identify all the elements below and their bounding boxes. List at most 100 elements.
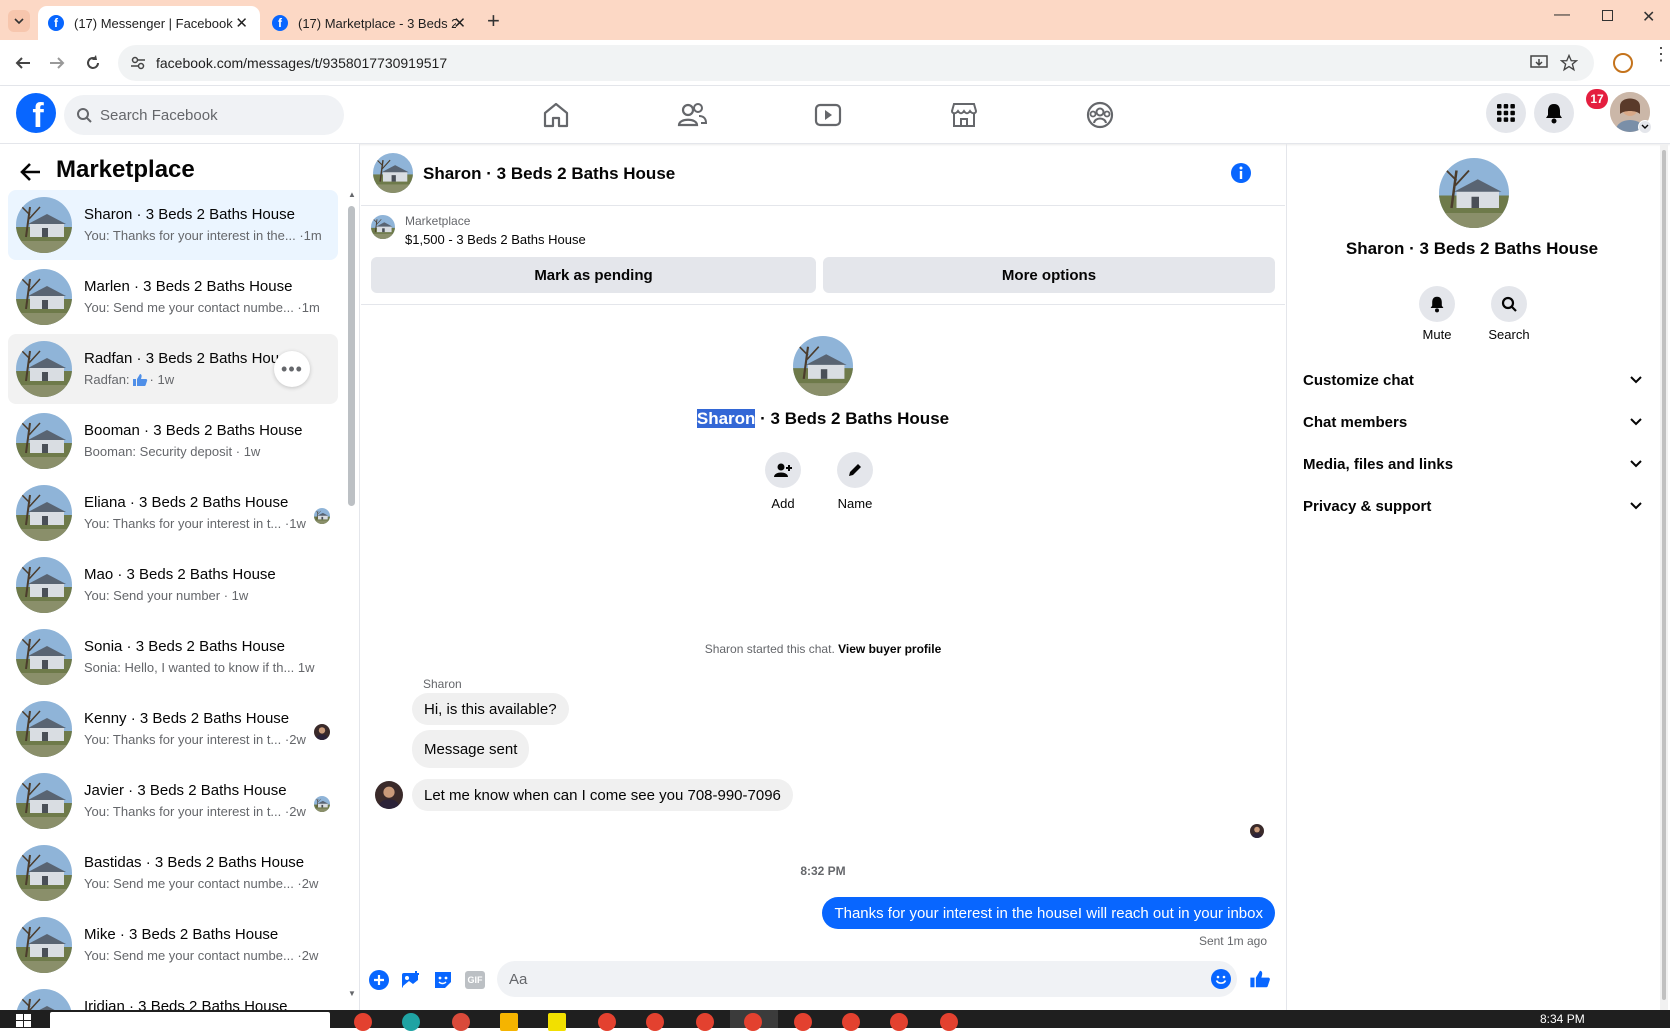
notification-badge: 17 (1586, 89, 1608, 109)
taskbar-app-icon[interactable] (452, 1013, 470, 1031)
listing-label: Marketplace (405, 214, 471, 228)
close-tab-icon[interactable]: ✕ (453, 14, 466, 32)
close-window-button[interactable]: ✕ (1642, 7, 1655, 27)
listing-thumbnail[interactable] (371, 215, 395, 239)
gif-icon[interactable]: GIF (465, 971, 485, 989)
taskbar-app-icon[interactable] (548, 1013, 566, 1031)
watch-icon[interactable] (812, 99, 844, 131)
mute-button[interactable] (1419, 286, 1455, 322)
conversation-item[interactable]: Javier · 3 Beds 2 Baths House You: Thank… (8, 766, 338, 836)
conversation-item[interactable]: Sonia · 3 Beds 2 Baths House Sonia: Hell… (8, 622, 338, 692)
taskbar-clock[interactable]: 8:34 PM (1540, 1012, 1585, 1026)
sticker-icon[interactable] (433, 970, 453, 990)
photo-icon[interactable] (401, 970, 421, 990)
scroll-down-arrow[interactable]: ▼ (348, 989, 356, 998)
sender-avatar[interactable] (375, 781, 403, 809)
like-icon[interactable] (1249, 968, 1271, 990)
chrome-icon[interactable] (696, 1013, 714, 1031)
tab-marketplace[interactable]: f (17) Marketplace - 3 Beds 2 Bat ✕ (264, 6, 478, 40)
conversation-item[interactable]: Marlen · 3 Beds 2 Baths House You: Send … (8, 262, 338, 332)
facebook-logo[interactable]: f (16, 93, 56, 133)
chat-title[interactable]: Sharon · 3 Beds 2 Baths House (423, 164, 675, 184)
conversation-item[interactable]: Radfan · 3 Beds 2 Baths Hous Radfan: · 1… (8, 334, 338, 404)
chrome-icon[interactable] (940, 1013, 958, 1031)
conversation-item[interactable]: Bastidas · 3 Beds 2 Baths House You: Sen… (8, 838, 338, 908)
conversation-item[interactable]: Sharon · 3 Beds 2 Baths House You: Thank… (8, 190, 338, 260)
conversation-item[interactable]: Iridian · 3 Beds 2 Baths House (8, 982, 338, 1010)
groups-icon[interactable] (1084, 99, 1116, 131)
conversation-item[interactable]: Mao · 3 Beds 2 Baths House You: Send you… (8, 550, 338, 620)
mark-as-pending-button[interactable]: Mark as pending (371, 257, 816, 293)
incoming-message[interactable]: Message sent (412, 730, 530, 768)
chat-messages-area: Sharon · 3 Beds 2 Baths House Add Name S… (361, 306, 1285, 956)
intro-title: Sharon · 3 Beds 2 Baths House (696, 409, 950, 428)
site-info-icon[interactable] (130, 55, 146, 71)
chrome-icon[interactable] (794, 1013, 812, 1031)
customize-chat-section[interactable]: Customize chat (1303, 360, 1643, 400)
outgoing-message[interactable]: Thanks for your interest in the houseI w… (822, 897, 1275, 929)
message-input[interactable]: Aa (497, 961, 1237, 997)
chat-avatar[interactable] (373, 153, 413, 193)
browser-menu-icon[interactable]: ⋮ (1652, 45, 1670, 63)
new-tab-button[interactable]: + (487, 8, 500, 34)
page-scrollbar[interactable] (1660, 144, 1668, 1010)
add-member-button[interactable] (765, 452, 801, 488)
windows-start-icon[interactable] (16, 1014, 32, 1028)
search-conversation-button[interactable] (1491, 286, 1527, 322)
menu-button[interactable] (1486, 93, 1526, 133)
incoming-message[interactable]: Let me know when can I come see you 708-… (412, 779, 793, 811)
conversation-item[interactable]: Booman · 3 Beds 2 Baths House Booman: Se… (8, 406, 338, 476)
more-options-button[interactable]: More options (823, 257, 1275, 293)
conversation-preview: You: Send your number · 1w (84, 588, 249, 603)
close-tab-icon[interactable]: ✕ (235, 14, 248, 32)
conversation-preview: Sonia: Hello, I wanted to know if th... … (84, 660, 315, 675)
incoming-message[interactable]: Hi, is this available? (412, 693, 569, 725)
page-scrollbar-thumb[interactable] (1662, 150, 1666, 1000)
taskbar-folder-icon[interactable] (500, 1013, 518, 1031)
bookmark-star-icon[interactable] (1560, 54, 1578, 72)
view-buyer-profile-link[interactable]: View buyer profile (838, 642, 941, 656)
chrome-icon[interactable] (890, 1013, 908, 1031)
tab-search-button[interactable] (8, 10, 30, 32)
scrollbar-thumb[interactable] (348, 206, 355, 506)
chrome-icon[interactable] (842, 1013, 860, 1031)
chrome-icon[interactable] (744, 1013, 762, 1031)
chrome-icon[interactable] (598, 1013, 616, 1031)
privacy-support-section[interactable]: Privacy & support (1303, 486, 1643, 526)
conversation-item[interactable]: Eliana · 3 Beds 2 Baths House You: Thank… (8, 478, 338, 548)
restore-button[interactable] (1602, 10, 1613, 21)
chrome-icon[interactable] (646, 1013, 664, 1031)
edit-name-button[interactable] (837, 452, 873, 488)
add-label: Add (771, 496, 795, 511)
back-arrow-icon[interactable] (20, 162, 42, 182)
reload-icon[interactable] (84, 54, 102, 72)
home-icon[interactable] (540, 99, 572, 131)
plus-icon[interactable] (369, 970, 389, 990)
back-icon[interactable] (14, 54, 32, 72)
minimize-button[interactable]: — (1554, 6, 1570, 24)
chevron-down-icon (1630, 460, 1642, 468)
conversation-item[interactable]: Kenny · 3 Beds 2 Baths House You: Thanks… (8, 694, 338, 764)
forward-icon[interactable] (48, 54, 66, 72)
grid-menu-icon (1497, 104, 1515, 122)
chat-members-section[interactable]: Chat members (1303, 402, 1643, 442)
taskbar-app-icon[interactable] (402, 1013, 420, 1031)
listing-title[interactable]: $1,500 - 3 Beds 2 Baths House (405, 232, 586, 247)
media-files-links-section[interactable]: Media, files and links (1303, 444, 1643, 484)
more-options-icon[interactable]: ••• (274, 351, 310, 387)
taskbar-app-icon[interactable] (354, 1013, 372, 1031)
profile-icon[interactable] (1613, 53, 1633, 73)
scroll-up-arrow[interactable]: ▲ (348, 190, 356, 199)
account-chevron-icon[interactable] (1638, 120, 1652, 134)
friends-icon[interactable] (676, 99, 708, 131)
tab-messenger[interactable]: f (17) Messenger | Facebook ✕ (38, 6, 260, 40)
notifications-button[interactable] (1534, 93, 1574, 133)
search-input[interactable]: Search Facebook (64, 95, 344, 135)
taskbar-search-box[interactable] (50, 1012, 330, 1028)
info-icon[interactable] (1230, 162, 1252, 184)
emoji-icon[interactable] (1211, 969, 1231, 989)
url-bar[interactable]: facebook.com/messages/t/9358017730919517 (118, 45, 1594, 81)
install-app-icon[interactable] (1530, 55, 1548, 71)
conversation-item[interactable]: Mike · 3 Beds 2 Baths House You: Send me… (8, 910, 338, 980)
marketplace-icon[interactable] (948, 99, 980, 131)
